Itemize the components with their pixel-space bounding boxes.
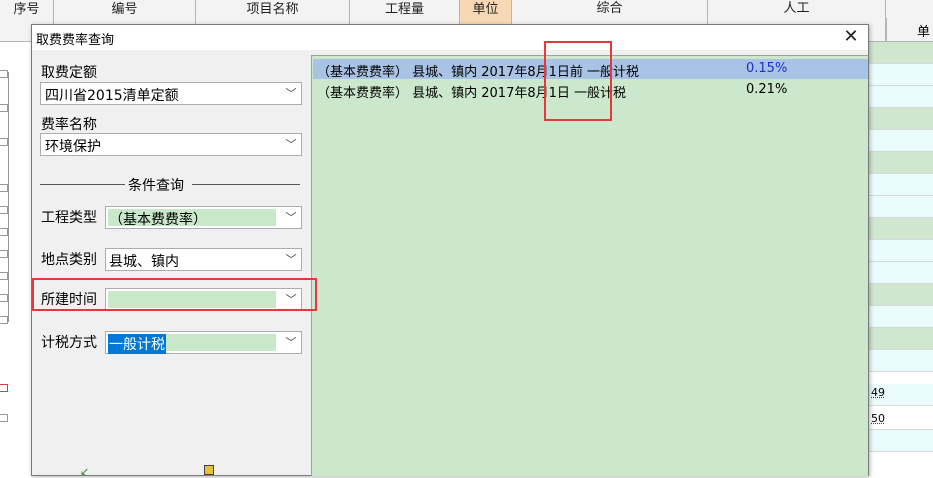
- result-rate: 0.15%: [746, 61, 788, 76]
- chevron-down-icon[interactable]: ﹀: [281, 83, 301, 104]
- location-type-value: 县城、镇内: [109, 254, 179, 270]
- build-time-select[interactable]: ﹀: [105, 288, 302, 311]
- tree-node[interactable]: [0, 316, 8, 324]
- grid-row[interactable]: [868, 42, 933, 64]
- result-row[interactable]: （基本费费率） 县城、镇内 2017年8月1日 一般计税 0.21%: [313, 80, 868, 101]
- grid-row[interactable]: [868, 152, 933, 174]
- dialog-titlebar[interactable]: 取费费率查询 ✕: [32, 25, 868, 50]
- grid-row[interactable]: [868, 284, 933, 306]
- green-arrow-icon[interactable]: ↙: [80, 465, 89, 478]
- grid-row[interactable]: [868, 328, 933, 350]
- conditions-title: 条件查询: [128, 178, 184, 194]
- grid-value: 49: [871, 386, 885, 399]
- fee-quota-select[interactable]: 四川省2015清单定额 ﹀: [40, 82, 302, 105]
- tree-node[interactable]: [0, 138, 8, 146]
- fee-rate-query-dialog: 取费费率查询 ✕ 取费定额 四川省2015清单定额 ﹀ 费率名称 环境保护 ﹀ …: [31, 24, 869, 478]
- tree-node[interactable]: [0, 104, 8, 112]
- grid-row[interactable]: [868, 240, 933, 262]
- tree-node[interactable]: [0, 294, 8, 302]
- tree-node[interactable]: [0, 206, 8, 214]
- result-description: （基本费费率） 县城、镇内 2017年8月1日 一般计税: [317, 86, 627, 101]
- tree-node[interactable]: [0, 228, 8, 236]
- chevron-down-icon[interactable]: ﹀: [281, 249, 301, 270]
- grid-row[interactable]: [868, 306, 933, 328]
- chevron-down-icon[interactable]: ﹀: [281, 134, 301, 155]
- tree-node[interactable]: [0, 250, 8, 258]
- build-time-label: 所建时间: [41, 292, 97, 308]
- rate-name-label: 费率名称: [41, 117, 97, 133]
- fee-quota-label: 取费定额: [41, 65, 97, 81]
- header-unit-price[interactable]: 单: [886, 18, 933, 42]
- dialog-title: 取费费率查询: [36, 33, 115, 48]
- tree-node[interactable]: [0, 184, 8, 192]
- grid-row[interactable]: [868, 218, 933, 240]
- result-rate: 0.21%: [746, 82, 788, 97]
- section-divider: [192, 184, 300, 185]
- rate-results-list[interactable]: （基本费费率） 县城、镇内 2017年8月1日前 一般计税 0.15% （基本费…: [311, 55, 868, 476]
- rate-name-value: 环境保护: [45, 139, 101, 155]
- tree-node[interactable]: [0, 272, 8, 280]
- grid-row[interactable]: [868, 174, 933, 196]
- tree-gutter: [0, 42, 32, 474]
- grid-row[interactable]: [868, 130, 933, 152]
- close-icon[interactable]: ✕: [834, 25, 868, 50]
- location-type-label: 地点类别: [41, 252, 97, 268]
- section-divider: [40, 184, 125, 185]
- result-row[interactable]: （基本费费率） 县城、镇内 2017年8月1日前 一般计税 0.15%: [313, 59, 868, 80]
- tree-node[interactable]: [0, 70, 8, 78]
- grid-row[interactable]: [868, 350, 933, 372]
- grid-row[interactable]: [868, 86, 933, 108]
- tax-method-select[interactable]: 一般计税 ﹀: [105, 331, 302, 354]
- grid-row[interactable]: [868, 64, 933, 86]
- project-type-value: （基本费费率）: [109, 212, 207, 228]
- grid-row[interactable]: [868, 108, 933, 130]
- tree-node[interactable]: [0, 414, 8, 422]
- chevron-down-icon[interactable]: ﹀: [281, 207, 301, 228]
- grid-row[interactable]: [868, 196, 933, 218]
- fee-quota-value: 四川省2015清单定额: [45, 88, 179, 104]
- grid-row[interactable]: [868, 262, 933, 284]
- project-type-select[interactable]: （基本费费率） ﹀: [105, 206, 302, 229]
- location-type-select[interactable]: 县城、镇内 ﹀: [105, 248, 302, 271]
- chevron-down-icon[interactable]: ﹀: [281, 332, 301, 353]
- tree-node[interactable]: [0, 384, 8, 392]
- field-fill: [108, 291, 276, 308]
- chevron-down-icon[interactable]: ﹀: [281, 289, 301, 310]
- rate-name-select[interactable]: 环境保护 ﹀: [40, 133, 302, 156]
- result-description: （基本费费率） 县城、镇内 2017年8月1日前 一般计税: [317, 65, 640, 80]
- tree-line: [8, 192, 9, 322]
- tax-method-label: 计税方式: [41, 335, 97, 351]
- grid-value: 50: [871, 412, 885, 425]
- project-type-label: 工程类型: [41, 210, 97, 226]
- tax-method-value: 一般计税: [108, 334, 166, 354]
- grid-row[interactable]: [868, 430, 933, 452]
- tree-line: [8, 72, 9, 192]
